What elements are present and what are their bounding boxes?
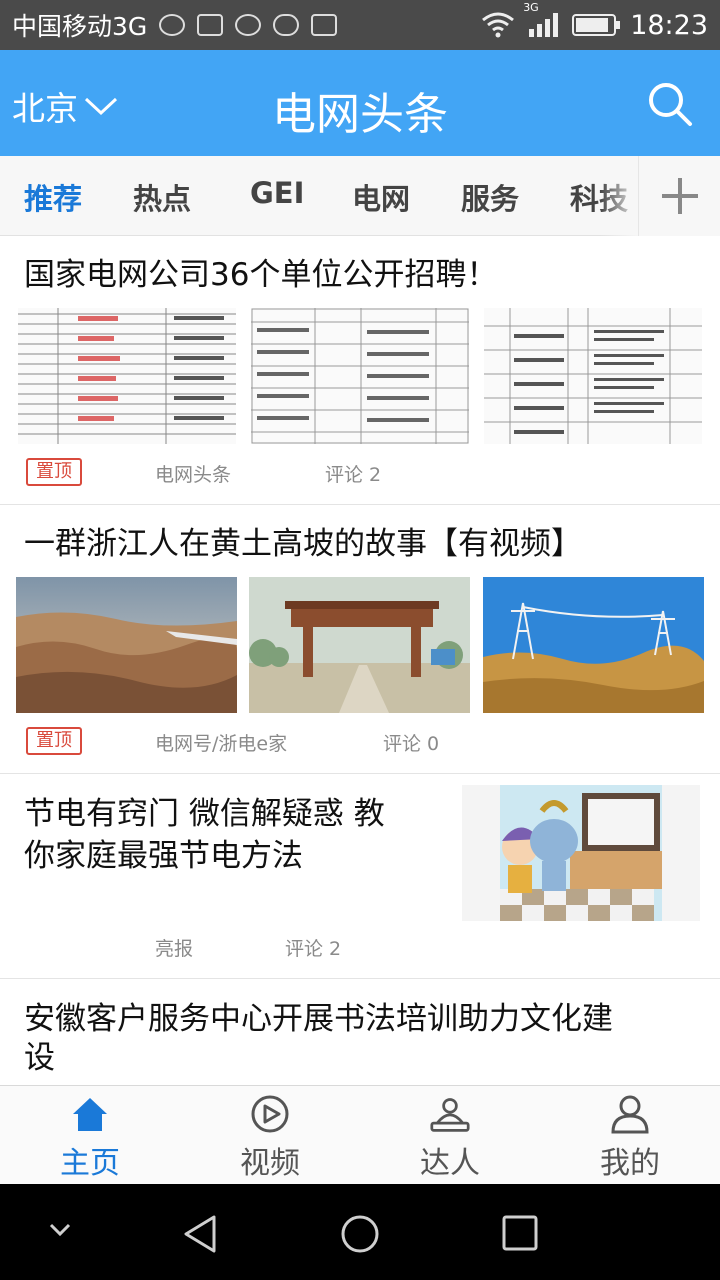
article-title-line-1: 安徽客户服务中心开展书法培训助力文化建 xyxy=(24,1001,613,1037)
pinned-badge: 置顶 xyxy=(26,727,82,755)
tab-service[interactable]: 服务 xyxy=(461,176,519,218)
nav-me[interactable]: 我的 xyxy=(540,1086,720,1185)
expert-icon xyxy=(430,1098,470,1132)
category-tabs: 推荐 热点 GEI 电网 服务 科技 xyxy=(0,156,720,236)
article-thumbnail xyxy=(249,577,470,713)
notification-icons xyxy=(159,14,338,36)
article-thumbnail xyxy=(483,577,704,713)
nav-label: 主页 xyxy=(60,1146,120,1181)
cloud-icon xyxy=(273,14,300,36)
battery-icon xyxy=(572,14,621,36)
keyboard-icon xyxy=(311,14,338,36)
article-source: 电网号/浙电e家 xyxy=(155,733,288,755)
clock: 18:23 xyxy=(630,9,708,41)
article-source: 电网头条 xyxy=(155,464,232,486)
tabs-fade xyxy=(600,156,640,236)
article-title-line-2: 设 xyxy=(24,1040,55,1076)
article-comments: 评论 2 xyxy=(285,938,342,960)
plus-icon xyxy=(662,178,698,214)
bottom-navigation: 主页 视频 达人 我的 xyxy=(0,1085,720,1184)
image-icon xyxy=(197,14,224,36)
article-card[interactable]: 节电有窍门 微信解疑惑 教 你家庭最强节电方法 亮报 评论 2 xyxy=(0,775,720,979)
status-bar: 中国移动3G 3G 18:23 xyxy=(0,0,720,50)
user-icon xyxy=(611,1095,649,1134)
article-comments: 评论 2 xyxy=(325,464,382,486)
home-icon xyxy=(73,1098,107,1131)
news-feed[interactable]: 国家电网公司36个单位公开招聘！ 置顶 电网头条 评论 2 一群浙江人在黄土高坡… xyxy=(0,237,720,1085)
article-title-line-2: 你家庭最强节电方法 xyxy=(24,838,303,874)
nav-label: 我的 xyxy=(600,1146,660,1181)
nav-experts[interactable]: 达人 xyxy=(360,1086,540,1185)
tab-recommend[interactable]: 推荐 xyxy=(24,176,82,218)
carrier-label: 中国移动3G xyxy=(12,12,148,41)
article-thumbnail xyxy=(251,308,469,444)
back-icon[interactable] xyxy=(182,1214,218,1254)
app-title: 电网头条 xyxy=(272,89,448,140)
article-thumbnail xyxy=(16,577,237,713)
weather-icon xyxy=(159,14,186,36)
article-card[interactable]: 国家电网公司36个单位公开招聘！ 置顶 电网头条 评论 2 xyxy=(0,237,720,505)
tab-grid[interactable]: 电网 xyxy=(352,176,410,218)
signal-icon: 3G xyxy=(523,1,559,37)
article-thumbnail xyxy=(484,308,702,444)
article-title-line-1: 节电有窍门 微信解疑惑 教 xyxy=(24,796,385,832)
article-card[interactable]: 安徽客户服务中心开展书法培训助力文化建 设 xyxy=(0,980,720,1085)
app-icon xyxy=(235,14,262,36)
nav-home[interactable]: 主页 xyxy=(0,1086,180,1185)
article-card[interactable]: 一群浙江人在黄土高坡的故事【有视频】 置顶 电网号/浙电e家 评论 0 xyxy=(0,506,720,774)
article-comments: 评论 0 xyxy=(383,733,440,755)
wifi-icon xyxy=(482,12,515,38)
article-thumbnail xyxy=(462,785,700,921)
tab-gei[interactable]: GEI xyxy=(250,176,304,210)
article-source: 亮报 xyxy=(155,938,194,960)
app-header: 北京 电网头条 xyxy=(0,50,720,156)
nav-video[interactable]: 视频 xyxy=(180,1086,360,1185)
pinned-badge: 置顶 xyxy=(26,458,82,486)
nav-label: 达人 xyxy=(420,1146,480,1181)
battery-level xyxy=(576,18,609,32)
search-icon[interactable] xyxy=(646,80,694,128)
video-icon xyxy=(251,1095,289,1133)
collapse-chevron-icon[interactable] xyxy=(48,1222,72,1238)
recents-icon[interactable] xyxy=(502,1215,538,1251)
system-navigation-bar xyxy=(0,1184,720,1280)
article-thumbnail xyxy=(18,308,236,444)
tab-hot[interactable]: 热点 xyxy=(133,176,191,218)
add-tab-button[interactable] xyxy=(638,156,720,236)
home-circle-icon[interactable] xyxy=(340,1214,380,1254)
article-title: 国家电网公司36个单位公开招聘！ xyxy=(24,257,498,293)
network-type-label: 3G xyxy=(523,1,539,14)
nav-label: 视频 xyxy=(240,1146,300,1181)
article-title: 一群浙江人在黄土高坡的故事【有视频】 xyxy=(24,526,582,562)
